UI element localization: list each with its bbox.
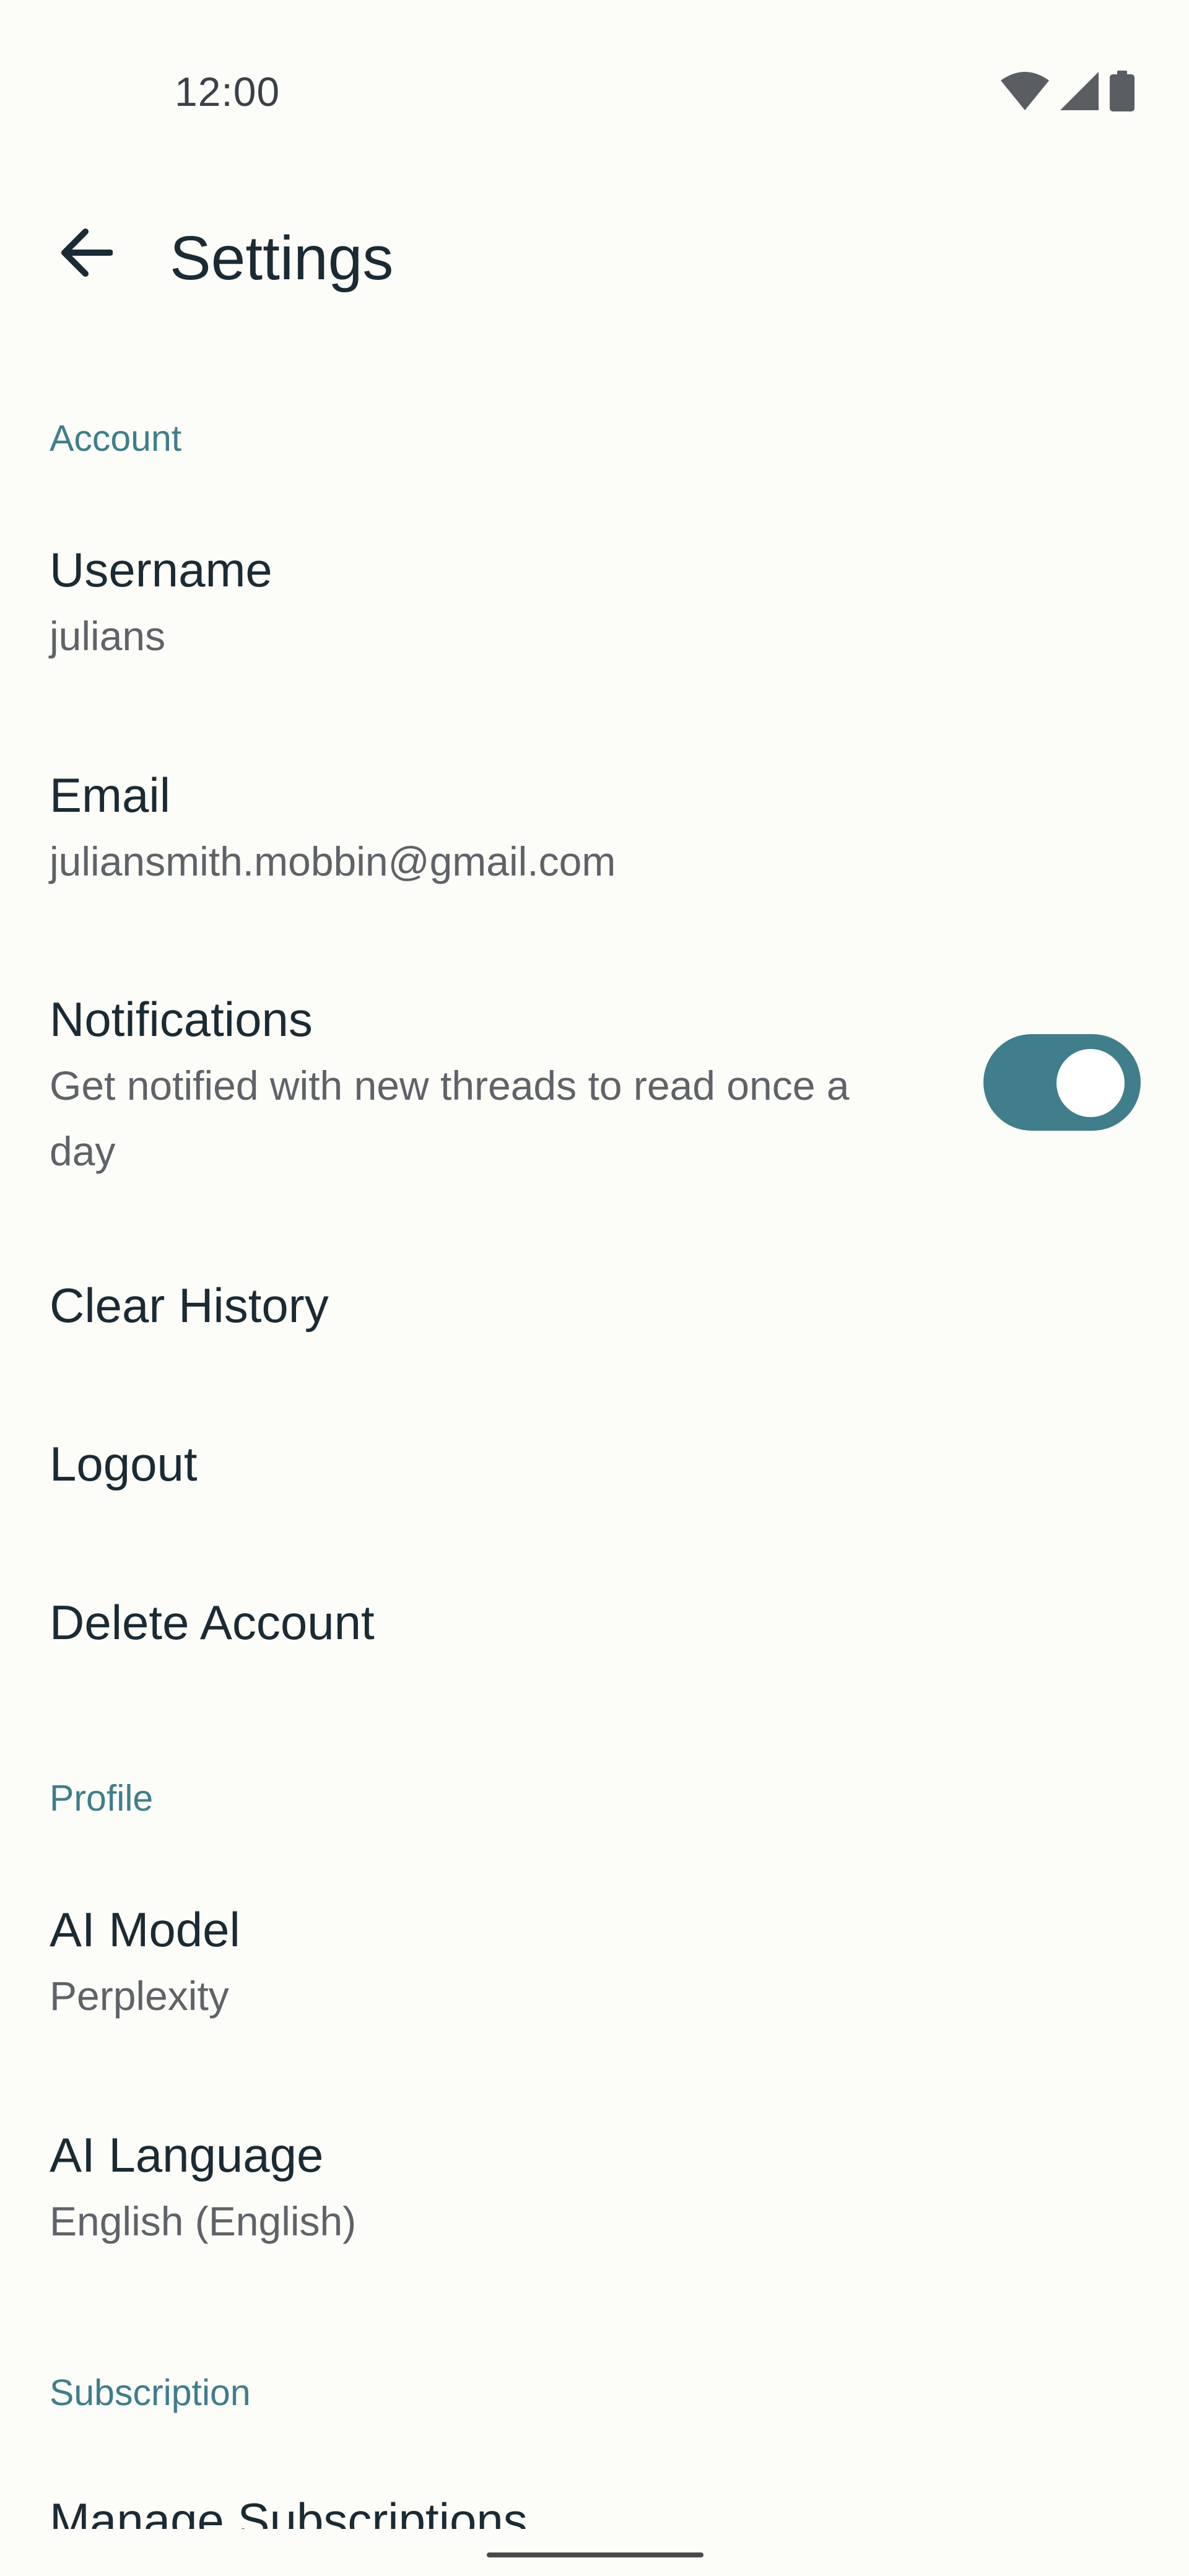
email-label: Email — [50, 768, 171, 822]
ai-language-value: English (English) — [50, 2198, 357, 2244]
app-bar: Settings — [0, 198, 1189, 297]
notifications-description-line2: day — [50, 1128, 116, 1174]
email-row[interactable]: Email juliansmith.mobbin@gmail.com — [0, 746, 1189, 931]
ai-language-row[interactable]: AI Language English (English) — [0, 2105, 1189, 2291]
toggle-thumb — [1056, 1049, 1125, 1117]
signal-icon — [1060, 72, 1099, 110]
ai-language-label: AI Language — [50, 2128, 324, 2182]
battery-icon — [1110, 71, 1135, 111]
notifications-description-line1: Get notified with new threads to read on… — [50, 1063, 850, 1108]
gesture-navigation-handle[interactable] — [487, 2552, 703, 2557]
username-label: Username — [50, 542, 272, 597]
section-header-subscription: Subscription — [50, 2372, 251, 2413]
email-value: juliansmith.mobbin@gmail.com — [50, 838, 616, 884]
status-time: 12:00 — [175, 69, 281, 115]
notifications-label: Notifications — [50, 992, 313, 1046]
clear-history-row[interactable]: Clear History — [0, 1261, 1189, 1385]
delete-account-label: Delete Account — [50, 1595, 375, 1650]
settings-list: Account Username julians Email juliansmi… — [0, 0, 1189, 2529]
logout-row[interactable]: Logout — [0, 1419, 1189, 1543]
notifications-toggle[interactable] — [983, 1034, 1141, 1131]
ai-model-row[interactable]: AI Model Perplexity — [0, 1880, 1189, 2066]
logout-label: Logout — [50, 1437, 198, 1491]
ai-model-value: Perplexity — [50, 1973, 229, 2019]
clear-history-label: Clear History — [50, 1278, 329, 1333]
status-bar: 12:00 — [0, 0, 1189, 115]
ai-model-label: AI Model — [50, 1902, 240, 1957]
manage-subscriptions-row[interactable]: Manage Subscriptions — [0, 2473, 1189, 2529]
username-value: julians — [50, 613, 166, 659]
username-row[interactable]: Username julians — [0, 520, 1189, 706]
status-icons — [1001, 71, 1135, 111]
manage-subscriptions-label: Manage Subscriptions — [50, 2493, 528, 2529]
wifi-icon — [1001, 72, 1049, 110]
delete-account-row[interactable]: Delete Account — [0, 1578, 1189, 1702]
back-button[interactable] — [43, 212, 128, 296]
arrow-left-icon — [58, 228, 113, 281]
section-header-profile: Profile — [50, 1778, 154, 1819]
section-header-account: Account — [50, 418, 182, 459]
page-title: Settings — [170, 224, 394, 293]
